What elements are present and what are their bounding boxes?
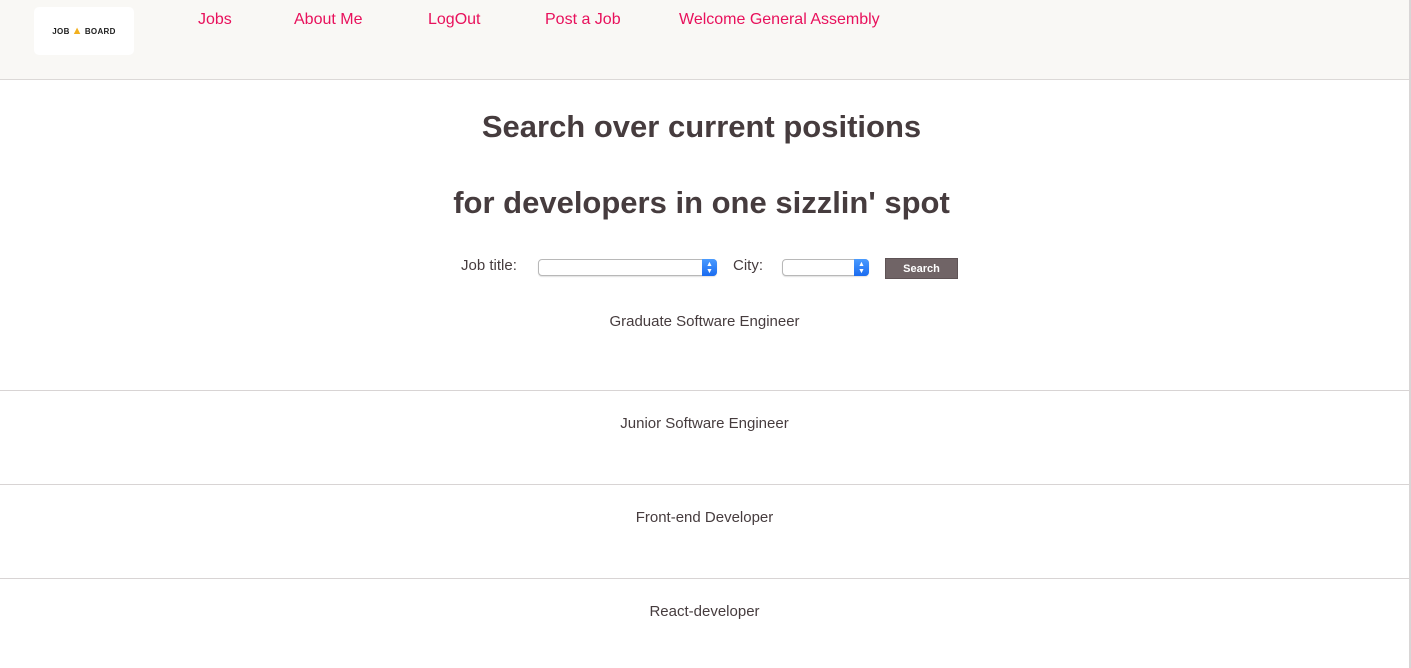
job-list-item[interactable]: Graduate Software Engineer: [0, 298, 1409, 391]
job-title[interactable]: Junior Software Engineer: [620, 415, 788, 432]
job-list-item[interactable]: Junior Software Engineer: [0, 391, 1409, 485]
hero-title-line-1: Search over current positions: [481, 109, 922, 144]
job-title-label: Job title:: [461, 257, 517, 274]
select-stepper-icon: ▲ ▼: [702, 259, 717, 276]
job-list-item[interactable]: React-developer: [0, 579, 1409, 668]
job-title[interactable]: Graduate Software Engineer: [609, 313, 799, 330]
job-board-logo[interactable]: JOB ▲ BOARD: [34, 7, 134, 55]
job-title[interactable]: Front-end Developer: [636, 509, 774, 526]
select-stepper-icon: ▲ ▼: [854, 259, 869, 276]
logo-left-text: JOB: [52, 26, 70, 36]
logo-right-text: BOARD: [84, 26, 116, 36]
job-list-item[interactable]: Front-end Developer: [0, 485, 1409, 579]
city-label: City:: [733, 257, 763, 274]
job-title-select[interactable]: ▲ ▼: [538, 259, 717, 276]
job-list: Graduate Software Engineer Junior Softwa…: [0, 298, 1409, 668]
nav-link-post-a-job[interactable]: Post a Job: [545, 11, 621, 29]
city-select[interactable]: ▲ ▼: [782, 259, 869, 276]
job-search-form: Job title: ▲ ▼ City: ▲ ▼ Search: [0, 257, 1409, 279]
search-button[interactable]: Search: [885, 258, 958, 279]
megaphone-icon: ▲: [71, 25, 83, 37]
nav-link-about-me[interactable]: About Me: [294, 11, 362, 29]
job-title[interactable]: React-developer: [649, 603, 759, 620]
page: JOB ▲ BOARD Jobs About Me LogOut Post a …: [0, 0, 1411, 668]
nav-link-welcome-user[interactable]: Welcome General Assembly: [679, 11, 880, 29]
hero-title-line-2: for developers in one sizzlin' spot: [453, 185, 950, 220]
nav-link-logout[interactable]: LogOut: [428, 11, 480, 29]
nav-link-jobs[interactable]: Jobs: [198, 11, 232, 29]
top-header: JOB ▲ BOARD Jobs About Me LogOut Post a …: [0, 0, 1409, 80]
